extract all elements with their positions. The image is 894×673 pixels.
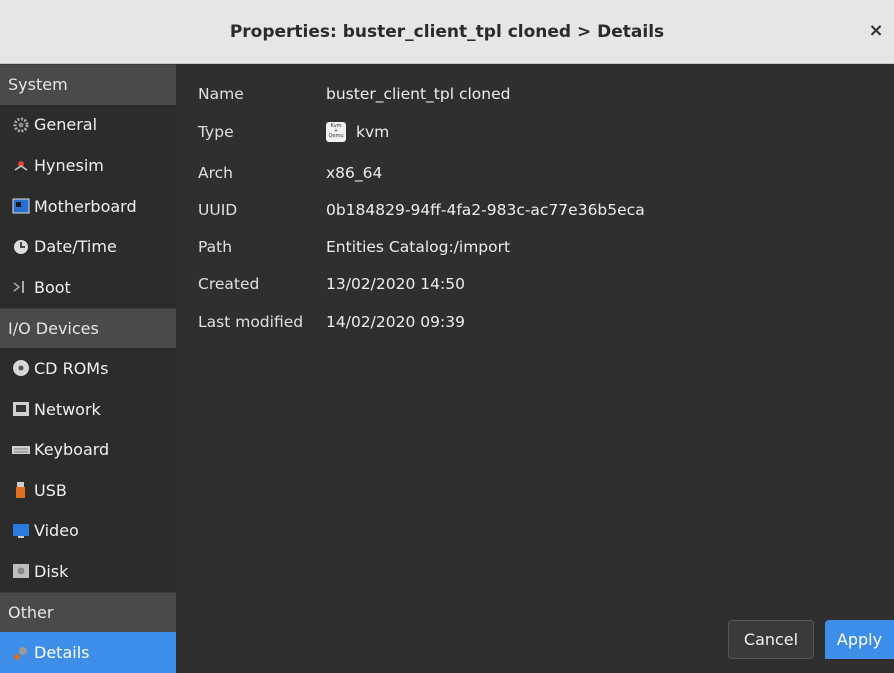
detail-row-type: Type Kvm + Qemu kvm (198, 120, 389, 144)
detail-label: Name (198, 85, 244, 103)
detail-value: Entities Catalog:/import (326, 238, 511, 256)
sidebar-item-motherboard[interactable]: Motherboard (0, 186, 176, 227)
sidebar-item-label: Boot (34, 277, 71, 297)
sidebar-item-label: Date/Time (34, 237, 117, 257)
boot-icon (12, 278, 30, 296)
monitor-icon (12, 522, 30, 540)
detail-value: x86_64 (326, 164, 383, 182)
cancel-button[interactable]: Cancel (728, 620, 814, 659)
detail-row-created: Created 13/02/2020 14:50 (198, 272, 465, 296)
detail-label: UUID (198, 201, 238, 219)
sidebar-item-datetime[interactable]: Date/Time (0, 226, 176, 267)
apply-button[interactable]: Apply (825, 620, 894, 659)
disk-icon (12, 562, 30, 580)
sidebar-item-keyboard[interactable]: Keyboard (0, 429, 176, 470)
detail-label: Last modified (198, 313, 304, 331)
sidebar-item-label: Video (34, 521, 79, 541)
sidebar-item-video[interactable]: Video (0, 511, 176, 552)
cdrom-icon (12, 359, 30, 377)
sidebar-item-usb[interactable]: USB (0, 470, 176, 511)
detail-row-name: Name buster_client_tpl cloned (198, 82, 510, 106)
badge-line: Qemu (328, 133, 344, 139)
sidebar-item-label: Keyboard (34, 440, 110, 460)
details-panel: Name buster_client_tpl cloned Type Kvm +… (176, 64, 894, 659)
sidebar-item-disk[interactable]: Disk (0, 551, 176, 592)
sidebar-header-other: Other (0, 591, 176, 633)
sidebar-item-label: General (34, 115, 98, 135)
detail-value: 14/02/2020 09:39 (326, 313, 465, 331)
sidebar-item-label: Motherboard (34, 196, 137, 216)
sidebar-item-label: Details (34, 643, 90, 663)
kvm-qemu-icon: Kvm + Qemu (326, 122, 346, 142)
sidebar-item-label: Hynesim (34, 155, 104, 175)
hynesim-icon (12, 156, 30, 174)
window-title: Properties: buster_client_tpl cloned > D… (229, 21, 665, 42)
sidebar-item-label: CD ROMs (34, 358, 109, 378)
detail-row-path: Path Entities Catalog:/import (198, 235, 510, 259)
detail-row-last-modified: Last modified 14/02/2020 09:39 (198, 310, 465, 334)
sidebar: System General Hynesim Motherboard Date/… (0, 64, 176, 673)
sidebar-item-label: Network (34, 399, 101, 419)
detail-value: buster_client_tpl cloned (326, 85, 511, 103)
sidebar-item-label: Disk (34, 561, 69, 581)
clock-icon (12, 238, 30, 256)
network-icon (12, 400, 30, 418)
sidebar-item-details[interactable]: Details (0, 632, 176, 673)
sidebar-item-hynesim[interactable]: Hynesim (0, 145, 176, 186)
detail-label: Arch (198, 164, 233, 182)
sidebar-item-boot[interactable]: Boot (0, 267, 176, 308)
detail-label: Created (198, 275, 260, 293)
detail-value: Kvm + Qemu kvm (326, 122, 389, 142)
detail-row-uuid: UUID 0b184829-94ff-4fa2-983c-ac77e36b5ec… (198, 198, 645, 222)
sidebar-item-label: USB (34, 480, 67, 500)
detail-value: 13/02/2020 14:50 (326, 275, 465, 293)
detail-value: 0b184829-94ff-4fa2-983c-ac77e36b5eca (326, 201, 645, 219)
gear-icon (12, 116, 30, 134)
sidebar-item-cdroms[interactable]: CD ROMs (0, 348, 176, 389)
window-titlebar: Properties: buster_client_tpl cloned > D… (0, 0, 894, 64)
sidebar-item-network[interactable]: Network (0, 389, 176, 430)
sidebar-item-general[interactable]: General (0, 105, 176, 146)
type-value-text: kvm (356, 123, 390, 141)
usb-icon (12, 481, 30, 499)
keyboard-icon (12, 441, 30, 459)
motherboard-icon (12, 197, 30, 215)
close-icon[interactable]: × (866, 20, 886, 42)
detail-label: Path (198, 238, 233, 256)
detail-row-arch: Arch x86_64 (198, 161, 382, 185)
sidebar-header-io-devices: I/O Devices (0, 307, 176, 349)
sidebar-header-system: System (0, 64, 176, 105)
detail-label: Type (198, 123, 234, 141)
